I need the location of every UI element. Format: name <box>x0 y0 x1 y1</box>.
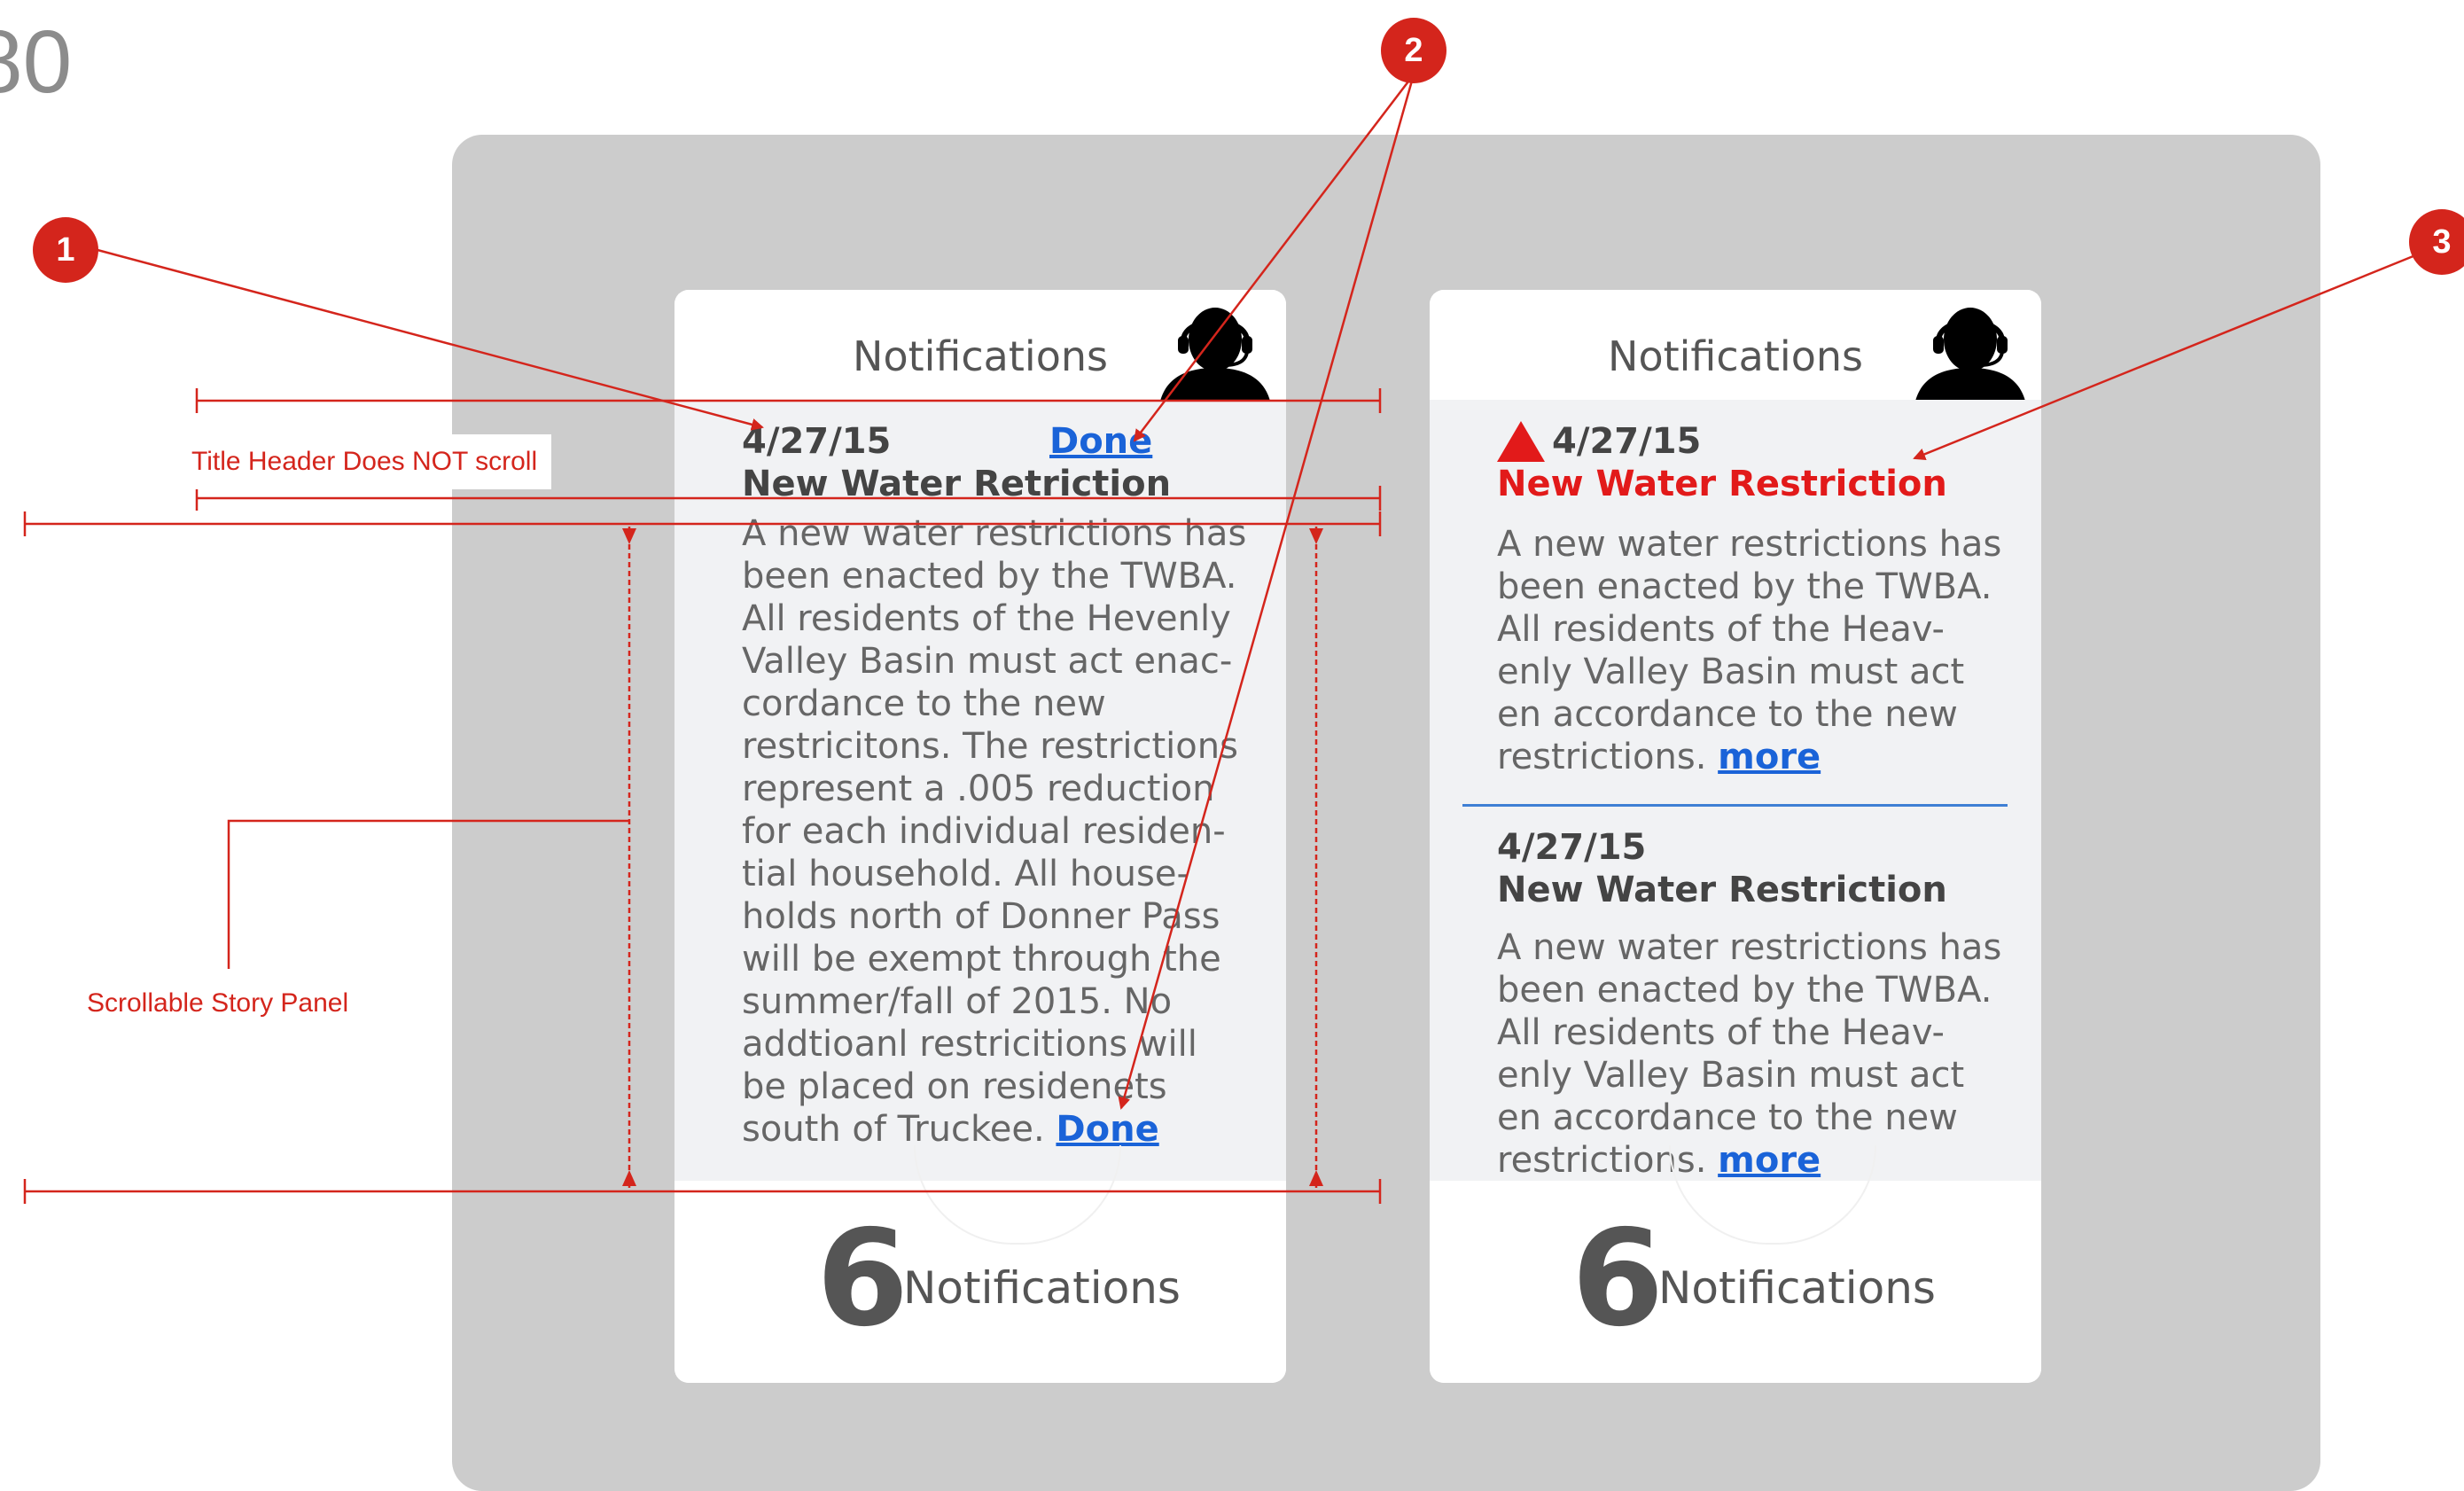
body-line: en accordance to the new <box>1497 694 1958 735</box>
body-line: en accordance to the new <box>1497 1097 1958 1138</box>
body-line: All residents of the Hevenly <box>742 598 1231 639</box>
body-line: A new water restrictions has <box>1497 927 2002 968</box>
headset-user-icon[interactable] <box>1153 302 1277 410</box>
list-divider <box>1462 804 2008 807</box>
body-line: tial household. All house- <box>742 854 1189 894</box>
phone-header: Notifications <box>674 290 1286 410</box>
body-line: enly Valley Basin must act <box>1497 652 1965 692</box>
body-line: been enacted by the TWBA. <box>1497 970 1992 1011</box>
body-line: been enacted by the TWBA. <box>742 556 1237 597</box>
footer-circle-outline <box>914 1145 1121 1245</box>
headset-user-icon[interactable] <box>1908 302 2032 410</box>
notification-count-label: Notifications <box>903 1262 1181 1314</box>
done-link-header[interactable]: Done <box>1049 421 1152 462</box>
body-line: for each individual residen- <box>742 811 1226 852</box>
notification-footer[interactable]: 6 Notifications <box>674 1145 1286 1383</box>
notification-count: 6 <box>816 1202 909 1356</box>
phone-header: Notifications <box>1430 290 2041 410</box>
done-link-body[interactable]: Done <box>1056 1109 1158 1150</box>
body-line: All residents of the Heav- <box>1497 1012 1945 1053</box>
callout-3: 3 <box>2409 209 2464 275</box>
notification-count-label: Notifications <box>1658 1262 1936 1314</box>
message-body: A new water restrictions has been enacte… <box>1497 523 2029 778</box>
notification-list[interactable]: 4/27/15 New Water Restriction A new wate… <box>1430 400 2041 1181</box>
message-date: 4/27/15 <box>1497 827 1647 868</box>
message-title: New Water Retriction <box>742 464 1172 504</box>
body-line: holds north of Donner Pass <box>742 896 1220 937</box>
body-line: addtioanl restricitions will <box>742 1024 1197 1065</box>
body-line: Valley Basin must act enac- <box>742 641 1233 682</box>
warning-triangle-icon <box>1497 421 1545 462</box>
body-line: will be exempt through the <box>742 939 1221 980</box>
body-line: restrictions. <box>1497 737 1707 777</box>
body-line: restricitons. The restrictions <box>742 726 1238 767</box>
page-number: 80 <box>0 12 73 112</box>
notification-count: 6 <box>1571 1202 1665 1356</box>
callout-2: 2 <box>1381 18 1446 83</box>
scroll-panel-annotation: Scrollable Story Panel <box>87 988 349 1018</box>
body-line: been enacted by the TWBA. <box>1497 566 1992 607</box>
body-line: south of Truckee. <box>742 1109 1045 1150</box>
message-title: New Water Restriction <box>1497 870 1947 910</box>
body-line: A new water restrictions has <box>1497 524 2002 565</box>
message-title: New Water Restriction <box>1497 464 1947 504</box>
body-line-last: south of Truckee. Done <box>742 1108 1274 1151</box>
story-scroll-panel[interactable]: 4/27/15 Done New Water Retriction A new … <box>674 400 1286 1181</box>
message-body: A new water restrictions has been enacte… <box>742 512 1274 1151</box>
phone-notification-list: Notifications 4/27/15 New Water Restrict… <box>1430 290 2041 1383</box>
body-line: cordance to the new <box>742 683 1106 724</box>
body-line: enly Valley Basin must act <box>1497 1055 1965 1096</box>
body-line-last: restrictions. more <box>1497 736 2029 778</box>
body-line: summer/fall of 2015. No <box>742 981 1173 1022</box>
more-link[interactable]: more <box>1718 737 1821 777</box>
body-line: be placed on residenets <box>742 1066 1167 1107</box>
message-date: 4/27/15 <box>742 421 892 462</box>
message-body: A new water restrictions has been enacte… <box>1497 926 2029 1182</box>
title-header-annotation: Title Header Does NOT scroll <box>177 434 552 489</box>
body-line: All residents of the Heav- <box>1497 609 1945 650</box>
callout-1: 1 <box>33 217 98 283</box>
body-line: A new water restrictions has <box>742 513 1247 554</box>
phone-expanded-story: Notifications 4/27/15 Done New Water Ret… <box>674 290 1286 1383</box>
footer-circle-outline <box>1669 1145 1876 1245</box>
message-date: 4/27/15 <box>1552 421 1702 462</box>
notification-footer[interactable]: 6 Notifications <box>1430 1145 2041 1383</box>
body-line: represent a .005 reduction <box>742 769 1215 809</box>
